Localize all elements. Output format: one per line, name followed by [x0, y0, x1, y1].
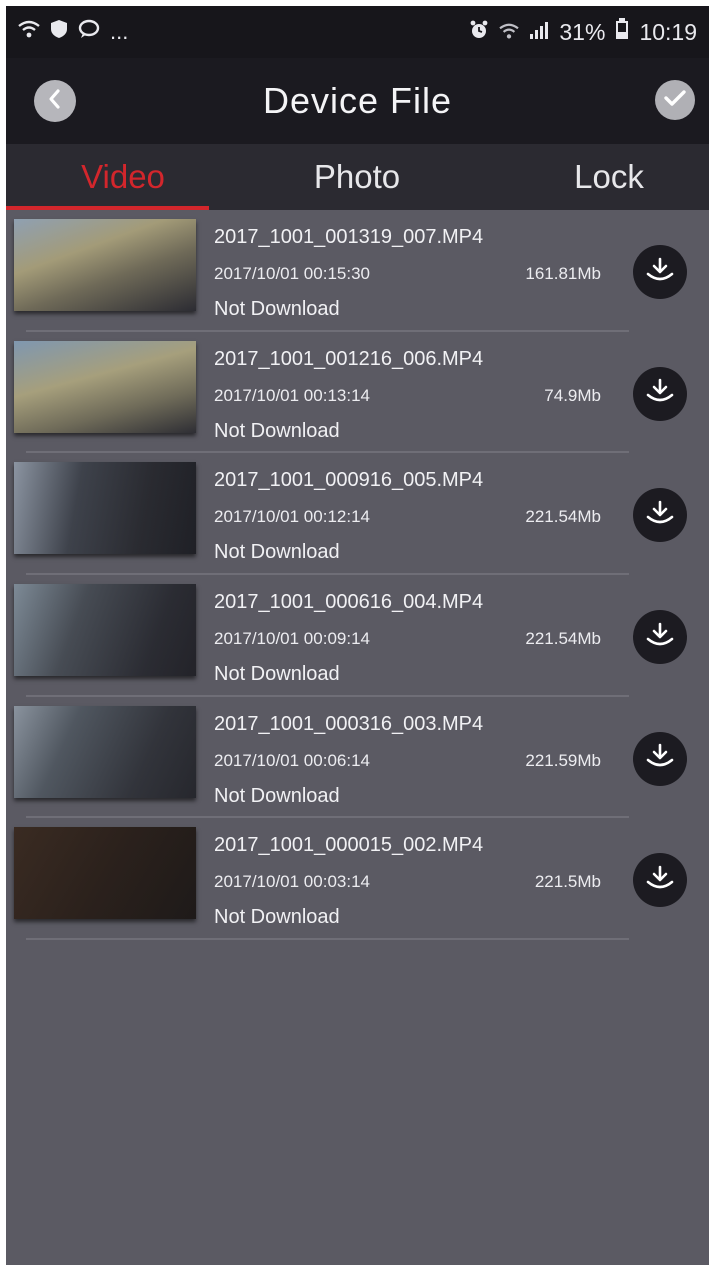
download-button[interactable] — [633, 731, 687, 786]
file-row[interactable]: 2017_1001_000316_003.MP4 2017/10/01 00:0… — [6, 697, 709, 819]
file-row[interactable]: 2017_1001_000015_002.MP4 2017/10/01 00:0… — [6, 818, 709, 941]
download-status: Not Download — [214, 419, 340, 442]
file-row[interactable]: 2017_1001_000916_005.MP4 2017/10/01 00:1… — [6, 453, 709, 576]
file-name: 2017_1001_000916_005.MP4 — [214, 469, 484, 492]
download-status: Not Download — [214, 541, 340, 564]
file-row[interactable]: 2017_1001_001319_007.MP4 2017/10/01 00:1… — [6, 210, 709, 332]
file-size: 221.59Mb — [525, 750, 601, 770]
video-thumbnail[interactable] — [14, 705, 196, 798]
wifi-icon — [18, 19, 40, 45]
file-datetime: 2017/10/01 00:09:14 — [214, 629, 370, 649]
download-icon — [645, 257, 675, 288]
file-name: 2017_1001_000015_002.MP4 — [214, 834, 484, 857]
video-thumbnail[interactable] — [14, 827, 196, 920]
app-screen: ... 31% 10:19 Device File Video Photo Lo… — [6, 6, 709, 1265]
top-bar: Device File — [6, 58, 709, 144]
download-icon — [645, 743, 675, 774]
wifi-icon — [499, 19, 520, 46]
download-icon — [645, 865, 675, 896]
file-size: 221.5Mb — [534, 872, 601, 892]
tab-video[interactable]: Video — [6, 144, 240, 210]
file-size: 221.54Mb — [525, 629, 601, 649]
shield-icon — [50, 19, 68, 45]
page-title: Device File — [262, 80, 453, 121]
download-icon — [645, 622, 675, 653]
file-row[interactable]: 2017_1001_000616_004.MP4 2017/10/01 00:0… — [6, 575, 709, 697]
checkmark-icon — [663, 88, 687, 113]
signal-icon — [529, 19, 549, 46]
file-name: 2017_1001_001319_007.MP4 — [214, 226, 484, 248]
file-row[interactable]: 2017_1001_001216_006.MP4 2017/10/01 00:1… — [6, 332, 709, 454]
file-list: 2017_1001_001319_007.MP4 2017/10/01 00:1… — [6, 210, 709, 941]
file-size: 221.54Mb — [525, 507, 601, 527]
download-button[interactable] — [633, 245, 687, 299]
file-datetime: 2017/10/01 00:06:14 — [214, 750, 370, 770]
video-thumbnail[interactable] — [14, 219, 196, 311]
download-icon — [645, 500, 675, 531]
download-button[interactable] — [633, 366, 687, 421]
tab-photo[interactable]: Photo — [240, 144, 474, 210]
chat-icon — [78, 19, 100, 45]
download-status: Not Download — [214, 784, 340, 807]
alarm-icon — [469, 19, 489, 46]
confirm-button[interactable] — [655, 80, 695, 120]
download-status: Not Download — [214, 663, 340, 686]
file-size: 161.81Mb — [525, 264, 601, 283]
file-name: 2017_1001_000616_004.MP4 — [214, 591, 484, 614]
video-thumbnail[interactable] — [14, 340, 196, 433]
download-button[interactable] — [633, 853, 687, 908]
battery-icon — [615, 18, 629, 46]
file-datetime: 2017/10/01 00:13:14 — [214, 385, 370, 405]
status-more: ... — [110, 19, 129, 44]
video-thumbnail[interactable] — [14, 584, 196, 677]
file-datetime: 2017/10/01 00:03:14 — [214, 872, 370, 892]
file-name: 2017_1001_001216_006.MP4 — [214, 347, 484, 370]
tab-bar: Video Photo Lock — [6, 144, 709, 210]
row-divider — [26, 938, 629, 941]
file-datetime: 2017/10/01 00:15:30 — [214, 264, 370, 283]
battery-percent: 31% — [559, 18, 606, 45]
file-datetime: 2017/10/01 00:12:14 — [214, 507, 370, 527]
download-button[interactable] — [633, 610, 687, 665]
download-status: Not Download — [214, 298, 340, 320]
status-bar: ... 31% 10:19 — [6, 6, 709, 58]
video-thumbnail[interactable] — [14, 462, 196, 555]
status-right: 31% 10:19 — [469, 18, 697, 46]
download-icon — [645, 378, 675, 409]
tab-lock[interactable]: Lock — [492, 144, 709, 210]
file-name: 2017_1001_000316_003.MP4 — [214, 712, 484, 735]
status-left: ... — [18, 19, 128, 45]
file-size: 74.9Mb — [544, 385, 601, 405]
clock-time: 10:19 — [639, 18, 697, 45]
download-button[interactable] — [633, 488, 687, 543]
download-status: Not Download — [214, 906, 340, 929]
